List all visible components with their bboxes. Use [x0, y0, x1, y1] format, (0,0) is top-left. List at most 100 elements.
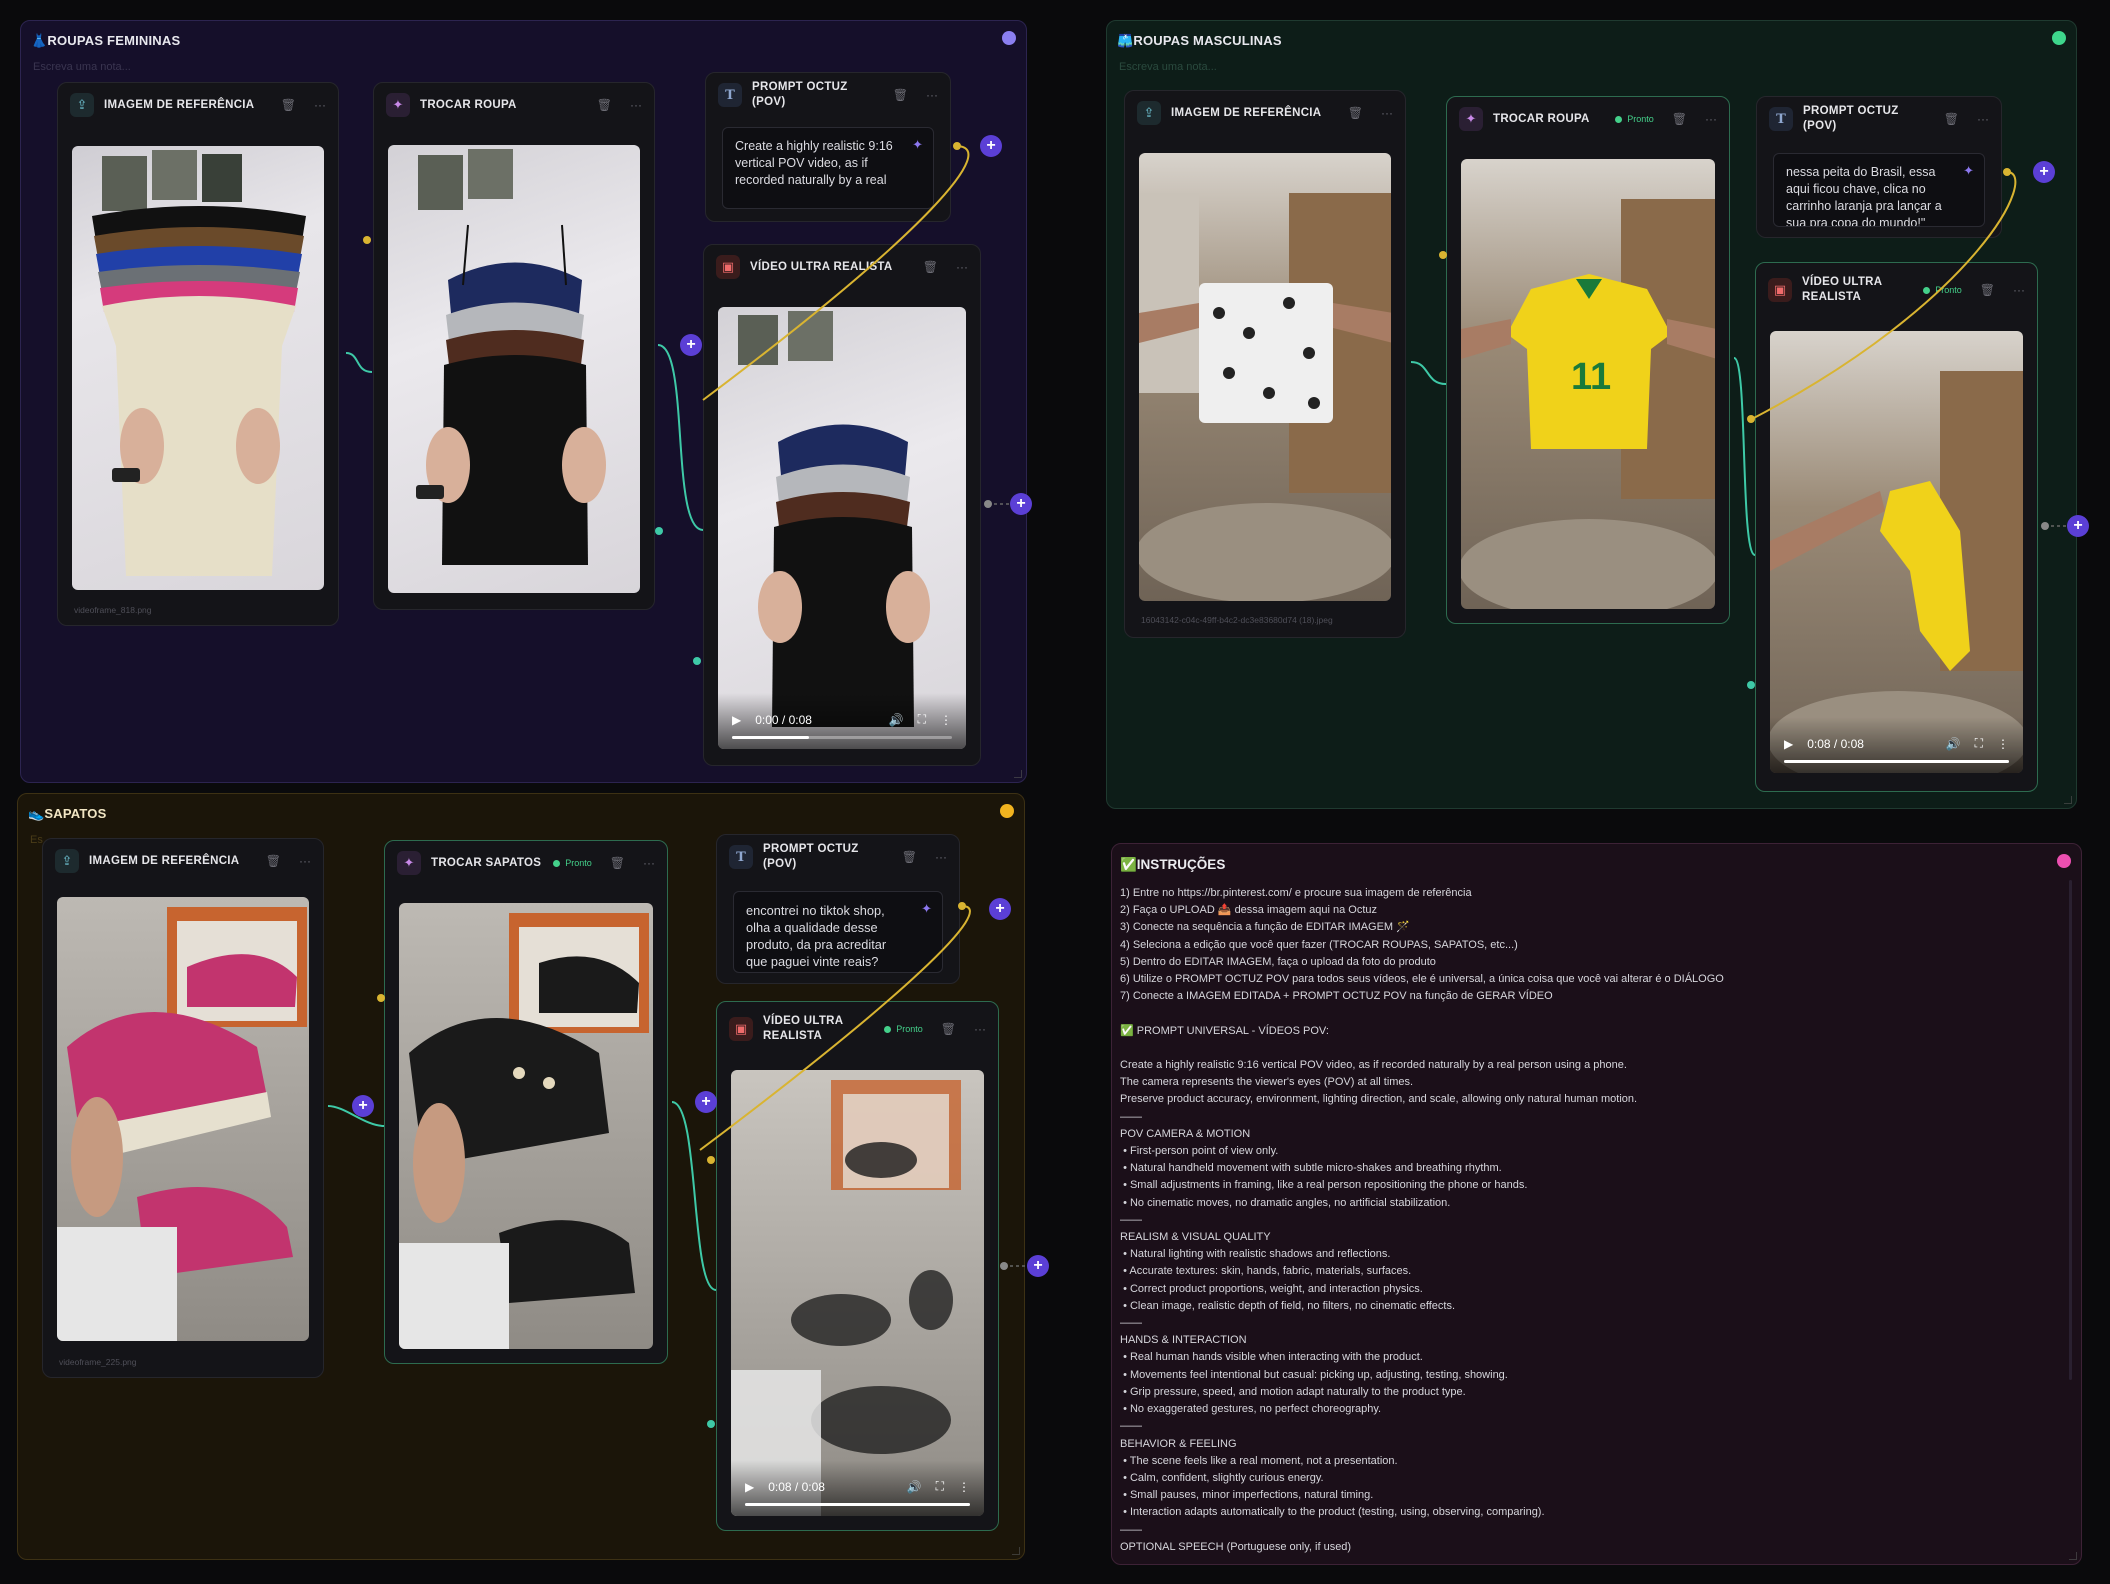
reference-image [72, 146, 324, 590]
trash-icon[interactable]: 🗑 [1980, 283, 1995, 297]
fullscreen-icon[interactable]: ⛶ [918, 712, 926, 727]
more-icon[interactable]: ··· [1705, 112, 1717, 126]
add-connection-button[interactable]: + [695, 1091, 717, 1113]
add-connection-button[interactable]: + [680, 334, 702, 356]
add-connection-button[interactable]: + [980, 135, 1002, 157]
text-icon: T [1769, 107, 1793, 131]
add-connection-button[interactable]: + [2033, 161, 2055, 183]
prompt-textarea[interactable]: nessa peita do Brasil, essa aqui ficou c… [1773, 153, 1985, 227]
trash-icon[interactable]: 🗑 [923, 260, 938, 274]
node-title: TROCAR SAPATOS [431, 856, 542, 869]
prompt-textarea[interactable]: Create a highly realistic 9:16 vertical … [722, 127, 934, 209]
volume-icon[interactable]: 🔊 [889, 713, 904, 727]
group-note-input[interactable]: Es [30, 834, 43, 846]
prompt-textarea[interactable]: encontrei no tiktok shop, olha a qualida… [733, 891, 943, 973]
group-color-dot[interactable] [1000, 804, 1014, 818]
upload-icon: ⇪ [70, 93, 94, 117]
add-connection-button[interactable]: + [1027, 1255, 1049, 1277]
video-player[interactable]: ▶ 0:08 / 0:08 🔊 ⛶ ⋮ [1770, 331, 2023, 773]
trash-icon[interactable]: 🗑 [1944, 112, 1959, 126]
trash-icon[interactable]: 🗑 [893, 88, 908, 102]
more-icon[interactable]: ··· [926, 88, 938, 102]
edited-image [399, 903, 653, 1349]
group-note-input[interactable]: Escreva uma nota... [1119, 61, 1217, 73]
trash-icon[interactable]: 🗑 [597, 98, 612, 112]
clothing-photo [92, 150, 306, 576]
node-video-ultra-realista[interactable]: ▣ VÍDEO ULTRA REALISTA Pronto 🗑 ··· ▶ 0:0… [1755, 262, 2038, 792]
workflow-canvas[interactable]: 👗ROUPAS FEMININAS Escreva uma nota... ⇪ … [0, 0, 2110, 1584]
trash-icon[interactable]: 🗑 [610, 856, 625, 870]
resize-handle[interactable] [2069, 1552, 2077, 1560]
group-note-input[interactable]: Escreva uma nota... [33, 61, 131, 73]
magic-wand-icon[interactable]: ✦ [921, 900, 932, 917]
more-icon[interactable]: ··· [935, 850, 947, 864]
play-icon[interactable]: ▶ [732, 713, 741, 727]
magic-wand-icon: ✦ [1459, 107, 1483, 131]
volume-icon[interactable]: 🔊 [907, 1480, 922, 1494]
node-title: PROMPT OCTUZ (POV) [752, 81, 848, 108]
group-color-dot[interactable] [1002, 31, 1016, 45]
trash-icon[interactable]: 🗑 [266, 854, 281, 868]
node-prompt-octuz-pov[interactable]: T PROMPT OCTUZ (POV) 🗑 ··· encontrei no … [716, 834, 960, 984]
more-vertical-icon[interactable]: ⋮ [958, 1480, 970, 1494]
node-video-ultra-realista[interactable]: ▣ VÍDEO ULTRA REALISTA Pronto 🗑 ··· ▶ 0:0… [716, 1001, 999, 1531]
group-title: ✅INSTRUÇÕES [1120, 857, 1226, 872]
node-imagem-referencia[interactable]: ⇪ IMAGEM DE REFERÊNCIA 🗑 ··· videoframe_… [42, 838, 324, 1378]
play-icon[interactable]: ▶ [1784, 737, 1793, 751]
fullscreen-icon[interactable]: ⛶ [1975, 736, 1983, 751]
group-color-dot[interactable] [2052, 31, 2066, 45]
magic-wand-icon[interactable]: ✦ [1963, 162, 1974, 179]
add-connection-button[interactable]: + [2067, 515, 2089, 537]
instructions-text[interactable]: 1) Entre no https://br.pinterest.com/ e … [1120, 885, 2050, 1556]
video-progress[interactable] [1784, 760, 2009, 763]
trash-icon[interactable]: 🗑 [1348, 106, 1363, 120]
more-icon[interactable]: ··· [299, 854, 311, 868]
reference-image [57, 897, 309, 1341]
more-icon[interactable]: ··· [2013, 283, 2025, 297]
video-player[interactable]: ▶ 0:00 / 0:08 🔊 ⛶ ⋮ [718, 307, 966, 749]
more-icon[interactable]: ··· [974, 1022, 986, 1036]
node-prompt-octuz-pov[interactable]: T PROMPT OCTUZ (POV) 🗑 ··· Create a high… [705, 72, 951, 222]
resize-handle[interactable] [1014, 770, 1022, 778]
fullscreen-icon[interactable]: ⛶ [936, 1479, 944, 1494]
more-icon[interactable]: ··· [643, 856, 655, 870]
trash-icon[interactable]: 🗑 [902, 850, 917, 864]
node-prompt-octuz-pov[interactable]: T PROMPT OCTUZ (POV) 🗑 ··· nessa peita d… [1756, 96, 2002, 238]
video-time: 0:08 / 0:08 [768, 1479, 825, 1494]
magic-wand-icon[interactable]: ✦ [912, 136, 923, 153]
title-line: VÍDEO ULTRA [1802, 276, 1883, 288]
more-icon[interactable]: ··· [1977, 112, 1989, 126]
more-icon[interactable]: ··· [630, 98, 642, 112]
node-video-ultra-realista[interactable]: ▣ VÍDEO ULTRA REALISTA 🗑 ··· ▶ 0:00 / 0:… [703, 244, 981, 766]
add-connection-button[interactable]: + [1010, 493, 1032, 515]
node-imagem-referencia[interactable]: ⇪ IMAGEM DE REFERÊNCIA 🗑 ··· 16043142-c0… [1124, 90, 1406, 638]
trash-icon[interactable]: 🗑 [281, 98, 296, 112]
video-progress[interactable] [745, 1503, 970, 1506]
store-photo [1139, 193, 1391, 601]
scrollbar[interactable] [2069, 880, 2072, 1380]
video-progress[interactable] [732, 736, 952, 739]
more-icon[interactable]: ··· [314, 98, 326, 112]
more-icon[interactable]: ··· [956, 260, 968, 274]
add-connection-button[interactable]: + [352, 1095, 374, 1117]
node-trocar-roupa[interactable]: ✦ TROCAR ROUPA Pronto 🗑 ··· 11 [1446, 96, 1730, 624]
node-imagem-referencia[interactable]: ⇪ IMAGEM DE REFERÊNCIA 🗑 ··· videoframe_… [57, 82, 339, 626]
more-vertical-icon[interactable]: ⋮ [940, 713, 952, 727]
video-frame [1770, 371, 2023, 773]
group-color-dot[interactable] [2057, 854, 2071, 868]
trash-icon[interactable]: 🗑 [1672, 112, 1687, 126]
film-icon: ▣ [1768, 278, 1792, 302]
more-icon[interactable]: ··· [1381, 106, 1393, 120]
prompt-text: encontrei no tiktok shop, olha a qualida… [746, 903, 887, 972]
node-trocar-roupa[interactable]: ✦ TROCAR ROUPA 🗑 ··· [373, 82, 655, 610]
trash-icon[interactable]: 🗑 [941, 1022, 956, 1036]
node-trocar-sapatos[interactable]: ✦ TROCAR SAPATOS Pronto 🗑 ··· [384, 840, 668, 1364]
status-badge: Pronto [553, 858, 592, 868]
resize-handle[interactable] [1012, 1547, 1020, 1555]
more-vertical-icon[interactable]: ⋮ [1997, 737, 2009, 751]
play-icon[interactable]: ▶ [745, 1480, 754, 1494]
video-player[interactable]: ▶ 0:08 / 0:08 🔊 ⛶ ⋮ [731, 1070, 984, 1516]
add-connection-button[interactable]: + [989, 898, 1011, 920]
volume-icon[interactable]: 🔊 [1946, 737, 1961, 751]
resize-handle[interactable] [2064, 796, 2072, 804]
